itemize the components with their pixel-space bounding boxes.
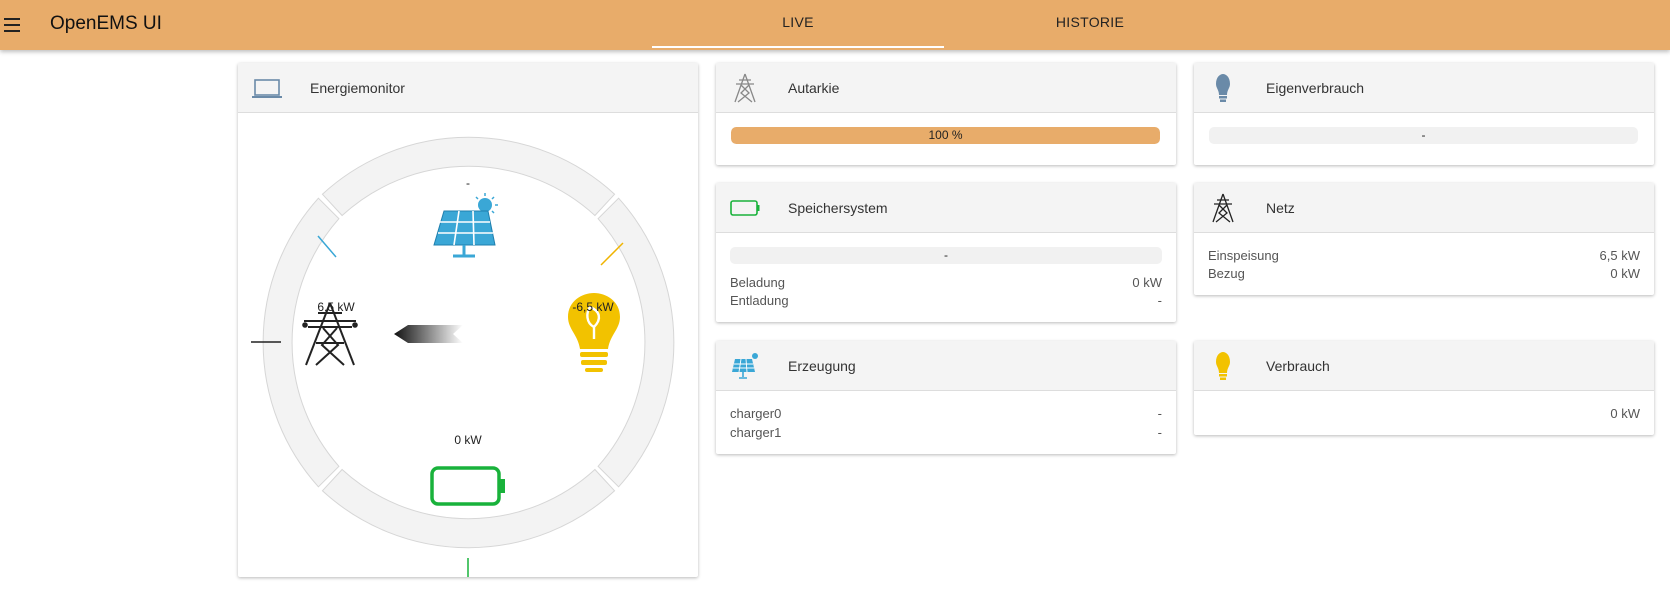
eigenverbrauch-progress-bar: - xyxy=(1209,127,1638,144)
card-title: Erzeugung xyxy=(788,358,856,374)
bezug-row: Bezug 0 kW xyxy=(1208,266,1640,284)
battery-icon xyxy=(430,466,505,506)
lightbulb-icon xyxy=(1216,352,1230,380)
top-toolbar: OpenEMS UI LIVE HISTORIE xyxy=(0,0,1670,50)
lightbulb-icon xyxy=(1216,74,1230,102)
card-header: Eigenverbrauch xyxy=(1194,63,1654,113)
row-label: Beladung xyxy=(730,275,785,290)
card-header: Energiemonitor xyxy=(238,63,698,113)
autarkie-progress-bar: 100 % xyxy=(731,127,1160,144)
verbrauch-row: 0 kW xyxy=(1208,406,1640,424)
card-header: Netz xyxy=(1194,183,1654,233)
card-title: Energiemonitor xyxy=(310,80,405,96)
einspeisung-row: Einspeisung 6,5 kW xyxy=(1208,248,1640,266)
card-title: Autarkie xyxy=(788,80,840,96)
netz-card: Netz Einspeisung 6,5 kW Bezug 0 kW xyxy=(1194,183,1654,295)
card-header: Autarkie xyxy=(716,63,1176,113)
production-value: - xyxy=(466,176,470,190)
menu-icon[interactable] xyxy=(2,15,22,35)
row-label: charger1 xyxy=(730,425,782,440)
row-label: Einspeisung xyxy=(1208,248,1279,263)
grid-tower-icon xyxy=(734,73,756,103)
speichersystem-card: Speichersystem - Beladung 0 kW Entladung… xyxy=(716,183,1176,322)
production-marker xyxy=(317,235,337,258)
row-label: Bezug xyxy=(1208,266,1245,281)
progress-label: - xyxy=(944,248,948,262)
verbrauch-card: Verbrauch 0 kW xyxy=(1194,341,1654,435)
row-value: 0 kW xyxy=(1132,275,1162,290)
grid-value: 6,5 kW xyxy=(317,300,355,314)
flow-arrow xyxy=(394,325,463,343)
energymonitor-card: Energiemonitor - 6,5 kW -6,5 kW 0 kW xyxy=(238,63,698,577)
row-value: - xyxy=(1157,425,1162,440)
laptop-icon xyxy=(252,79,282,98)
progress-label: 100 % xyxy=(928,128,963,142)
storage-value: 0 kW xyxy=(454,433,482,447)
card-title: Speichersystem xyxy=(788,200,888,216)
row-value: 6,5 kW xyxy=(1599,248,1640,263)
card-header: Verbrauch xyxy=(1194,341,1654,391)
charger0-row: charger0 - xyxy=(730,406,1162,424)
card-header: Speichersystem xyxy=(716,183,1176,233)
eigenverbrauch-card: Eigenverbrauch - xyxy=(1194,63,1654,165)
row-value: - xyxy=(1157,406,1162,421)
app-title: OpenEMS UI xyxy=(50,13,162,34)
row-value: 0 kW xyxy=(1610,266,1640,281)
autarkie-card: Autarkie 100 % xyxy=(716,63,1176,165)
row-label: Entladung xyxy=(730,293,789,308)
consumption-value: -6,5 kW xyxy=(572,300,614,314)
erzeugung-card: Erzeugung charger0 - charger1 - xyxy=(716,341,1176,454)
card-title: Netz xyxy=(1266,200,1295,216)
speichersystem-progress-bar: - xyxy=(730,247,1162,264)
tab-live[interactable]: LIVE xyxy=(652,0,944,48)
beladung-row: Beladung 0 kW xyxy=(730,275,1162,293)
storage-segment xyxy=(321,468,616,549)
row-label: charger0 xyxy=(730,406,782,421)
card-title: Eigenverbrauch xyxy=(1266,80,1365,96)
progress-label: - xyxy=(1421,128,1426,142)
consumption-marker xyxy=(600,242,624,266)
row-value: - xyxy=(1157,293,1162,308)
card-header: Erzeugung xyxy=(716,341,1176,391)
row-value: 0 kW xyxy=(1610,406,1640,421)
solar-panel-icon xyxy=(732,353,758,379)
battery-icon xyxy=(730,200,760,216)
card-title: Verbrauch xyxy=(1266,358,1330,374)
grid-tower-icon xyxy=(1212,193,1234,223)
tab-historie[interactable]: HISTORIE xyxy=(1000,0,1180,48)
solar-panel-icon xyxy=(433,193,498,258)
entladung-row: Entladung - xyxy=(730,293,1162,311)
charger1-row: charger1 - xyxy=(730,425,1162,443)
